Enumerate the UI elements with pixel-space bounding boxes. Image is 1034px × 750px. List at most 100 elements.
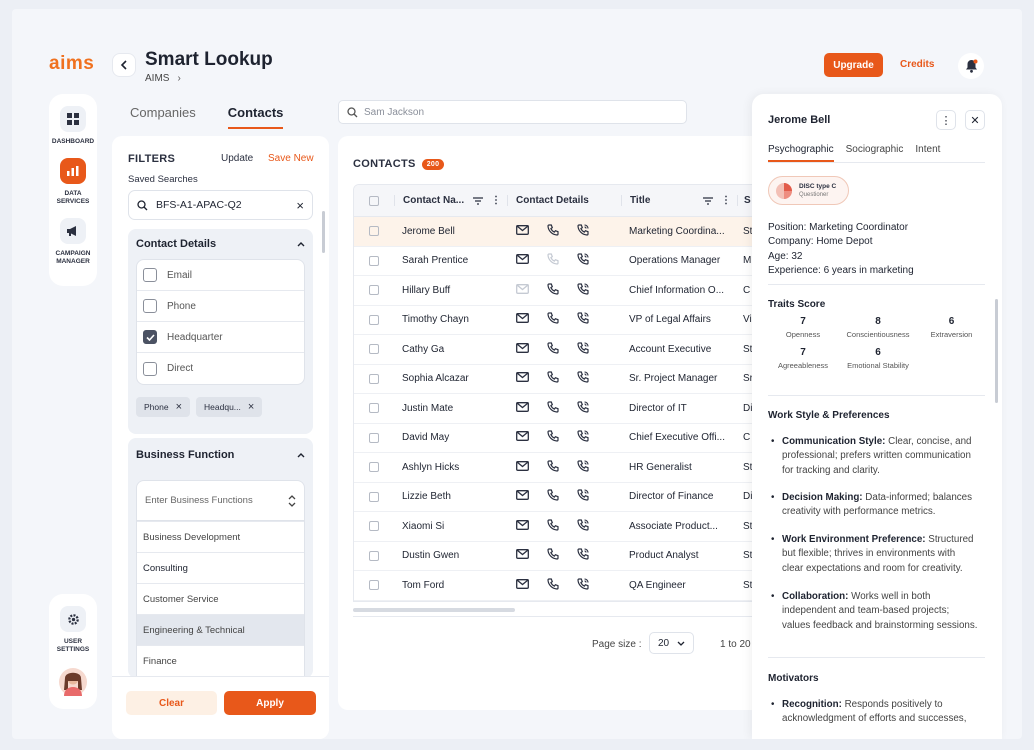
more-vertical-icon[interactable]: ⋮ xyxy=(491,195,501,206)
tab-intent[interactable]: Intent xyxy=(915,144,940,162)
email-checkbox[interactable] xyxy=(143,268,157,282)
mail-icon[interactable] xyxy=(516,578,529,592)
notifications-button[interactable] xyxy=(958,53,984,79)
horizontal-scrollbar[interactable] xyxy=(353,608,783,612)
direct-phone-icon[interactable] xyxy=(577,430,589,445)
col-contact-details[interactable]: Contact Details xyxy=(507,195,621,206)
filter-icon[interactable] xyxy=(703,196,713,205)
option-email[interactable]: Email xyxy=(137,260,304,291)
table-row[interactable]: Xiaomi Si Associate Product... St xyxy=(354,512,788,542)
tab-contacts[interactable]: Contacts xyxy=(227,105,284,129)
table-row[interactable]: Cathy Ga Account Executive St xyxy=(354,335,788,365)
mail-icon[interactable] xyxy=(516,342,529,356)
contact-name[interactable]: Hillary Buff xyxy=(394,285,507,296)
contact-name[interactable]: Justin Mate xyxy=(394,403,507,414)
avatar[interactable] xyxy=(49,668,97,696)
direct-phone-icon[interactable] xyxy=(577,548,589,563)
mail-icon[interactable] xyxy=(516,431,529,444)
direct-phone-icon[interactable] xyxy=(577,342,589,357)
row-checkbox[interactable] xyxy=(369,432,379,443)
contact-name[interactable]: Sophia Alcazar xyxy=(394,373,507,384)
direct-checkbox[interactable] xyxy=(143,361,157,376)
phone-icon[interactable] xyxy=(547,430,559,445)
search-input[interactable]: Sam Jackson xyxy=(364,107,424,118)
nav-data-services[interactable]: DATA SERVICES xyxy=(49,146,97,206)
table-row[interactable]: Ashlyn Hicks HR Generalist St xyxy=(354,453,788,483)
close-button[interactable]: ✕ xyxy=(965,110,985,130)
contact-name[interactable]: Tom Ford xyxy=(394,580,507,591)
direct-phone-icon[interactable] xyxy=(577,578,589,593)
contact-details-header[interactable]: Contact Details xyxy=(128,229,313,259)
direct-phone-icon[interactable] xyxy=(577,312,589,327)
direct-phone-icon[interactable] xyxy=(577,489,589,504)
phone-checkbox[interactable] xyxy=(143,299,157,313)
scrollbar-thumb[interactable] xyxy=(353,608,515,612)
filters-scrollbar[interactable] xyxy=(322,211,325,253)
detail-scrollbar[interactable] xyxy=(995,299,998,403)
nav-campaign-manager[interactable]: CAMPAIGN MANAGER xyxy=(49,206,97,266)
row-checkbox[interactable] xyxy=(369,521,379,532)
phone-icon[interactable] xyxy=(547,342,559,357)
business-function-input[interactable]: Enter Business Functions xyxy=(136,480,305,520)
contact-name[interactable]: Cathy Ga xyxy=(394,344,507,355)
col-title[interactable]: Title ⋮ xyxy=(621,195,737,206)
table-row[interactable]: Sophia Alcazar Sr. Project Manager Sr xyxy=(354,365,788,394)
tab-sociographic[interactable]: Sociographic xyxy=(846,144,904,162)
direct-phone-icon[interactable] xyxy=(577,519,589,534)
apply-button[interactable]: Apply xyxy=(224,691,316,715)
clear-button[interactable]: Clear xyxy=(126,691,217,715)
tab-companies[interactable]: Companies xyxy=(130,105,196,129)
more-vertical-icon[interactable]: ⋮ xyxy=(721,195,731,206)
mail-icon[interactable] xyxy=(516,283,529,297)
row-checkbox[interactable] xyxy=(369,491,379,502)
row-checkbox[interactable] xyxy=(369,344,379,355)
contact-name[interactable]: Sarah Prentice xyxy=(394,255,507,266)
headquarter-checkbox[interactable] xyxy=(143,330,157,344)
business-function-header[interactable]: Business Function xyxy=(128,438,313,472)
credits-link[interactable]: Credits xyxy=(900,59,934,70)
page-size-select[interactable]: 20 xyxy=(649,632,694,654)
phone-icon[interactable] xyxy=(547,519,559,534)
direct-phone-icon[interactable] xyxy=(577,371,589,386)
nav-dashboard[interactable]: DASHBOARD xyxy=(49,94,97,146)
nav-user-settings[interactable]: USER SETTINGS xyxy=(49,594,97,654)
mail-icon[interactable] xyxy=(516,460,529,474)
bf-option[interactable]: Consulting xyxy=(137,552,304,583)
table-row[interactable]: Tom Ford QA Engineer St xyxy=(354,571,788,601)
close-icon[interactable]: × xyxy=(176,401,182,413)
mail-icon[interactable] xyxy=(516,401,529,415)
save-new-button[interactable]: Save New xyxy=(268,153,314,164)
phone-icon[interactable] xyxy=(547,253,559,268)
contact-name[interactable]: Lizzie Beth xyxy=(394,491,507,502)
direct-phone-icon[interactable] xyxy=(577,460,589,475)
row-checkbox[interactable] xyxy=(369,550,379,561)
row-checkbox[interactable] xyxy=(369,403,379,414)
contact-name[interactable]: Ashlyn Hicks xyxy=(394,462,507,473)
update-button[interactable]: Update xyxy=(221,153,253,164)
table-row[interactable]: Lizzie Beth Director of Finance Di xyxy=(354,483,788,512)
table-row[interactable]: Dustin Gwen Product Analyst St xyxy=(354,542,788,571)
table-row[interactable]: Timothy Chayn VP of Legal Affairs Vi xyxy=(354,306,788,335)
mail-icon[interactable] xyxy=(516,519,529,533)
tab-psychographic[interactable]: Psychographic xyxy=(768,144,834,162)
mail-icon[interactable] xyxy=(516,549,529,562)
option-phone[interactable]: Phone xyxy=(137,291,304,322)
contact-name[interactable]: Xiaomi Si xyxy=(394,521,507,532)
more-options-button[interactable]: ⋮ xyxy=(936,110,956,130)
breadcrumb[interactable]: AIMS › xyxy=(145,73,181,84)
upgrade-button[interactable]: Upgrade xyxy=(824,53,883,77)
contact-name[interactable]: David May xyxy=(394,432,507,443)
breadcrumb-root[interactable]: AIMS xyxy=(145,73,169,84)
row-checkbox[interactable] xyxy=(369,314,379,325)
direct-phone-icon[interactable] xyxy=(577,253,589,268)
row-checkbox[interactable] xyxy=(369,580,379,591)
filter-icon[interactable] xyxy=(473,196,483,205)
phone-icon[interactable] xyxy=(547,578,559,593)
mail-icon[interactable] xyxy=(516,224,529,238)
phone-icon[interactable] xyxy=(547,371,559,386)
table-row[interactable]: David May Chief Executive Offi... C xyxy=(354,424,788,453)
phone-icon[interactable] xyxy=(547,283,559,298)
mail-icon[interactable] xyxy=(516,490,529,503)
row-checkbox[interactable] xyxy=(369,373,379,384)
row-checkbox[interactable] xyxy=(369,255,379,266)
